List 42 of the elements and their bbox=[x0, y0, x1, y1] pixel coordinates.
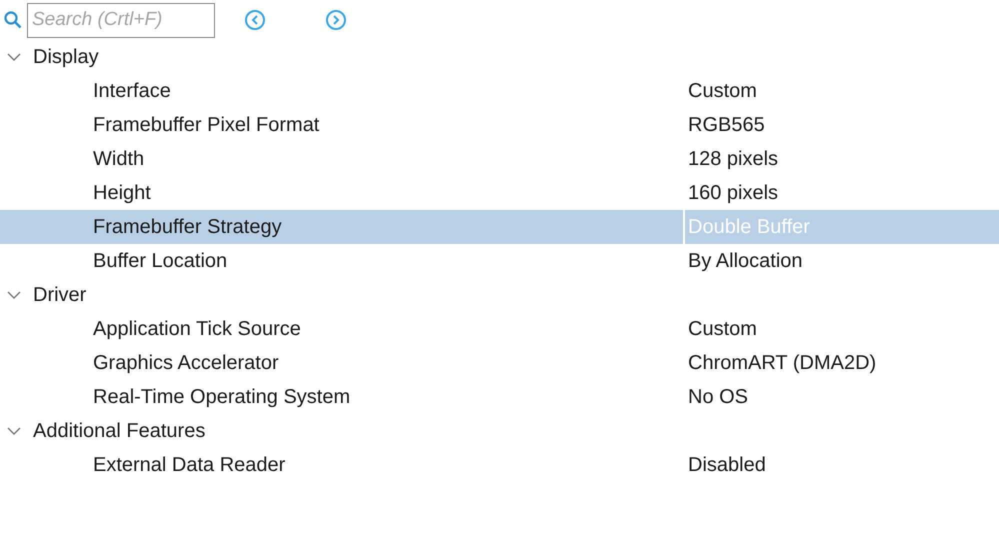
property-label: Buffer Location bbox=[92, 250, 228, 272]
property-value: By Allocation bbox=[687, 248, 803, 274]
property-label: Real-Time Operating System bbox=[92, 386, 352, 408]
property-label: External Data Reader bbox=[92, 454, 286, 476]
property-row[interactable]: Framebuffer Pixel Format RGB565 bbox=[0, 108, 999, 142]
property-row[interactable]: Height 160 pixels bbox=[0, 176, 999, 210]
property-label: Graphics Accelerator bbox=[92, 352, 280, 374]
property-label: Height bbox=[92, 182, 152, 204]
property-value: RGB565 bbox=[687, 112, 765, 138]
group-label: Driver bbox=[33, 284, 86, 306]
property-label: Framebuffer Pixel Format bbox=[92, 114, 320, 136]
property-row[interactable]: Application Tick Source Custom bbox=[0, 312, 999, 346]
property-value: Custom bbox=[687, 316, 757, 342]
property-row[interactable]: Width 128 pixels bbox=[0, 142, 999, 176]
group-label: Additional Features bbox=[33, 420, 206, 442]
property-value: 160 pixels bbox=[687, 180, 778, 206]
property-value: Custom bbox=[687, 78, 757, 104]
property-row[interactable]: Real-Time Operating System No OS bbox=[0, 380, 999, 414]
property-value: ChromART (DMA2D) bbox=[687, 350, 876, 376]
search-field[interactable]: Search (Crtl+F) bbox=[27, 2, 215, 38]
group-label: Display bbox=[33, 46, 99, 68]
previous-icon bbox=[244, 9, 266, 31]
property-label: Application Tick Source bbox=[92, 318, 302, 340]
property-label: Interface bbox=[92, 80, 172, 102]
property-value: No OS bbox=[687, 384, 748, 410]
property-value: 128 pixels bbox=[687, 146, 778, 172]
property-row[interactable]: External Data Reader Disabled bbox=[0, 448, 999, 482]
chevron-down-icon[interactable] bbox=[7, 426, 21, 436]
property-row[interactable]: Buffer Location By Allocation bbox=[0, 244, 999, 278]
next-button[interactable] bbox=[325, 9, 347, 31]
chevron-down-icon[interactable] bbox=[7, 290, 21, 300]
property-label: Width bbox=[92, 148, 146, 170]
next-icon bbox=[325, 9, 347, 31]
property-row[interactable]: Framebuffer Strategy Double Buffer bbox=[0, 210, 999, 244]
property-value: Double Buffer bbox=[683, 210, 810, 244]
previous-button[interactable] bbox=[244, 9, 266, 31]
property-row[interactable]: Interface Custom bbox=[0, 74, 999, 108]
property-row[interactable]: Graphics Accelerator ChromART (DMA2D) bbox=[0, 346, 999, 380]
search-icon bbox=[4, 11, 22, 29]
chevron-down-icon[interactable] bbox=[7, 52, 21, 62]
property-label: Framebuffer Strategy bbox=[92, 216, 283, 238]
property-value: Disabled bbox=[687, 452, 766, 478]
